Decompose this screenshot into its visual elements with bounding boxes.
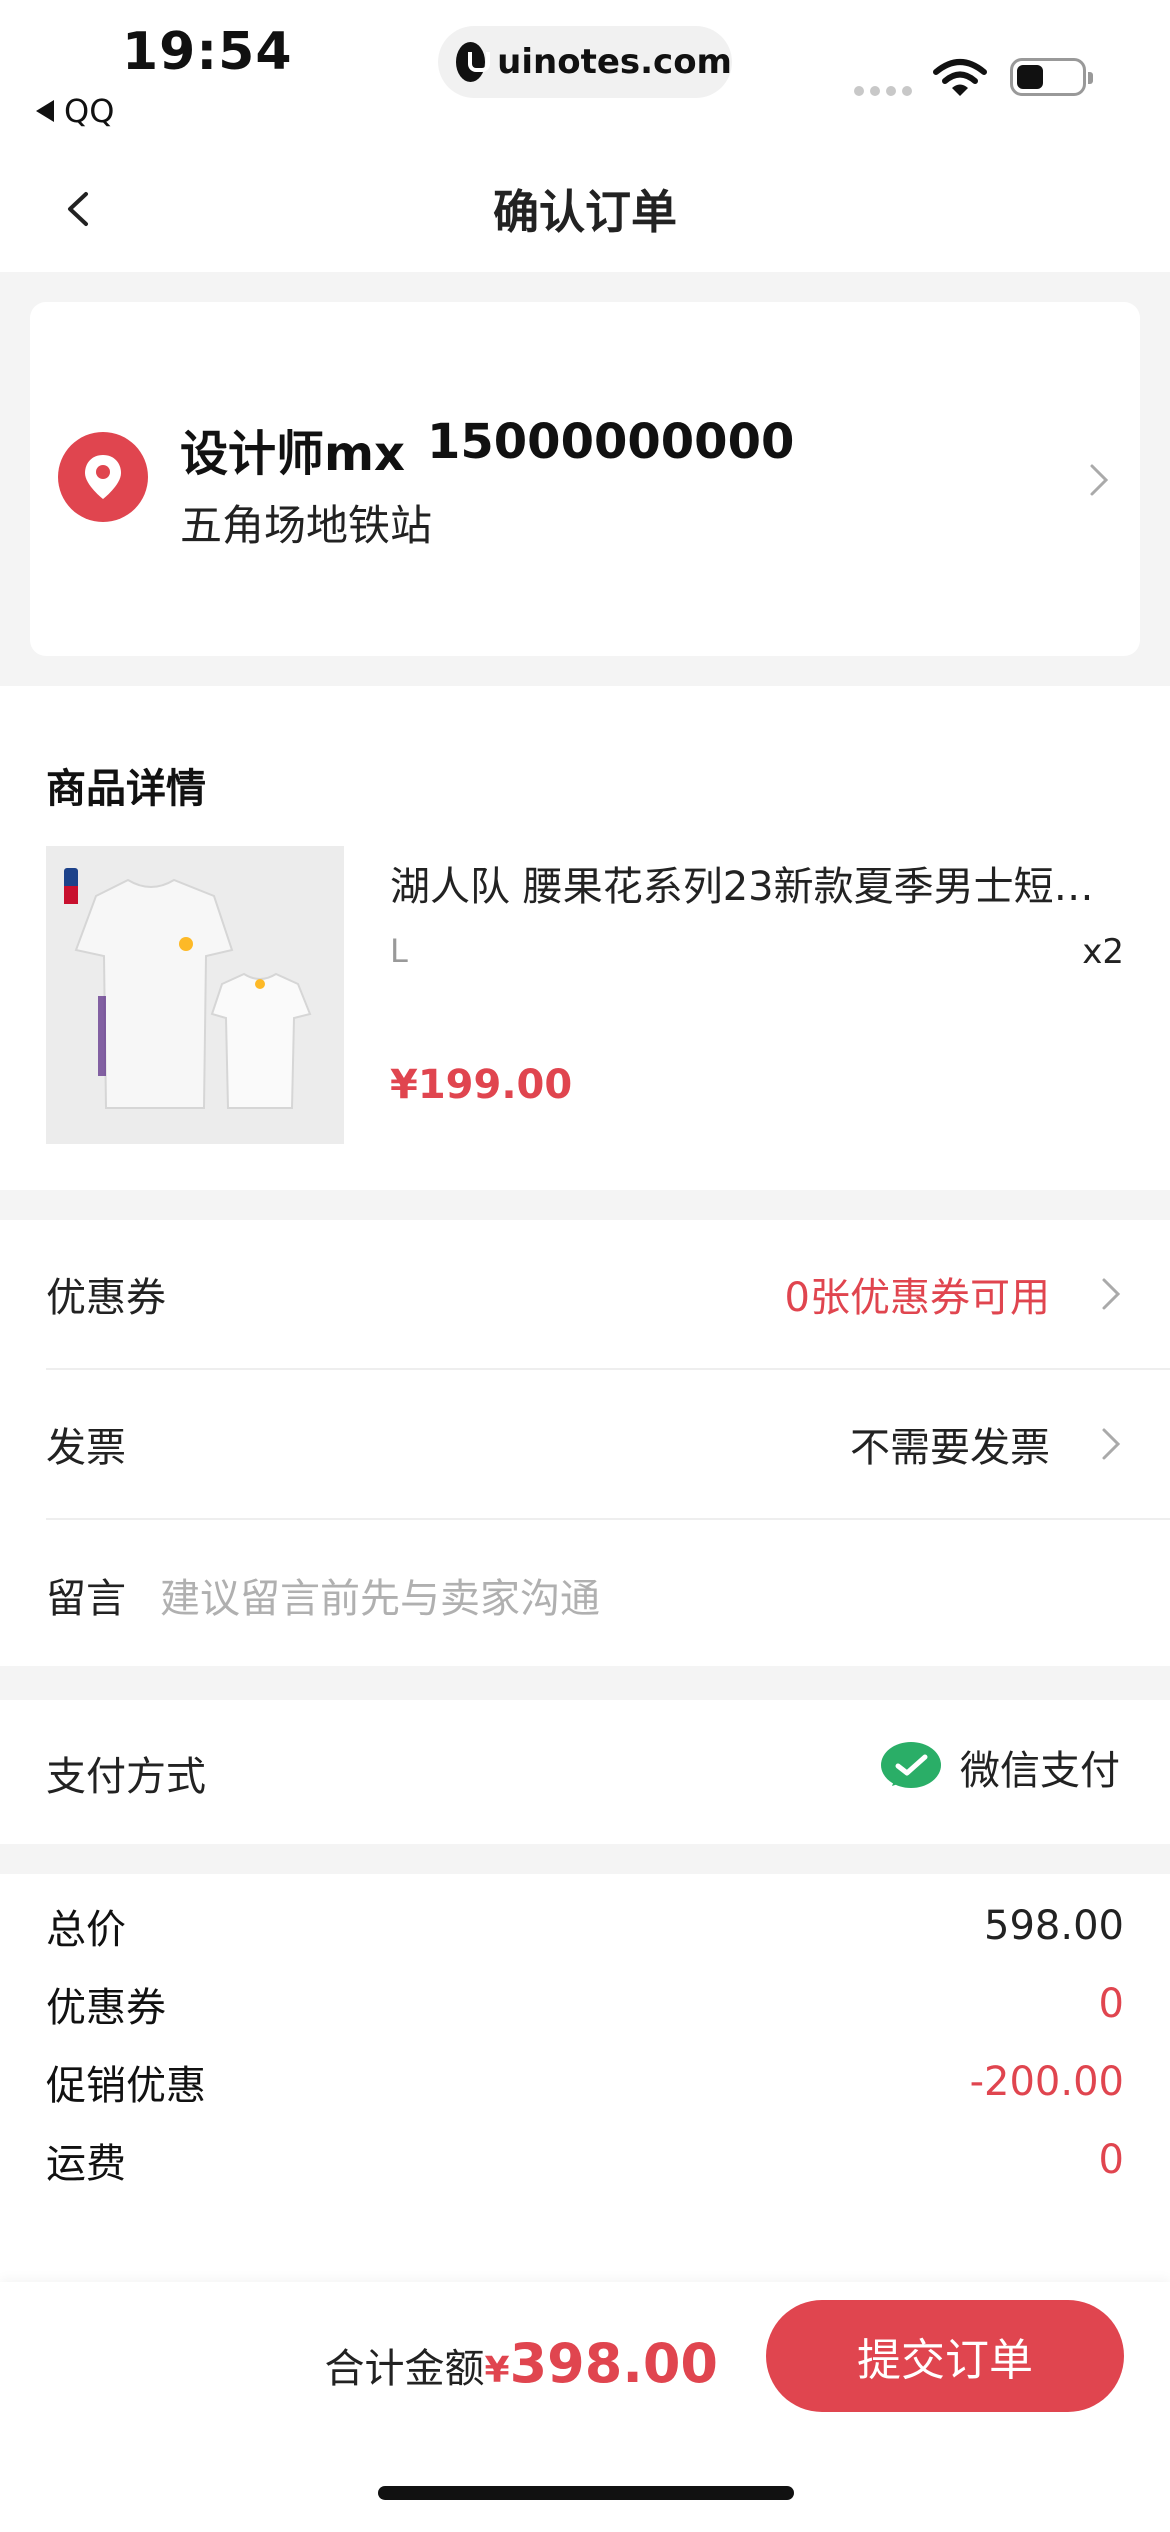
payment-method-label: 微信支付 (960, 1748, 1120, 1794)
recipient-phone: 15000000000 (426, 414, 795, 470)
invoice-value: 不需要发票 (850, 1425, 1050, 1471)
summary-label: 总价 (46, 1907, 126, 1953)
chevron-right-icon (1090, 464, 1109, 496)
status-bar: 19:54 QQ uinotes.com (0, 0, 1170, 150)
summary-row-shipping: 运费 0 (46, 2130, 1124, 2190)
url-pill[interactable]: uinotes.com (438, 26, 732, 98)
product-price: ¥199.00 (390, 1062, 573, 1108)
chevron-right-icon (1102, 1428, 1121, 1460)
recipient-line: 设计师mx 15000000000 (180, 414, 794, 484)
url-text: uinotes.com (497, 42, 732, 82)
back-triangle-icon (36, 100, 54, 122)
message-input[interactable]: 建议留言前先与卖家沟通 (160, 1566, 600, 1624)
summary-value: 0 (1098, 1981, 1124, 2027)
summary-value: -200.00 (969, 2059, 1124, 2105)
page-title: 确认订单 (493, 185, 677, 239)
coupon-label: 优惠券 (46, 1275, 166, 1321)
product-quantity: x2 (1082, 932, 1124, 972)
summary-row-promotion: 促销优惠 -200.00 (46, 2052, 1124, 2112)
message-row[interactable]: 留言 建议留言前先与卖家沟通 (46, 1520, 1170, 1670)
payment-section[interactable]: 支付方式 微信支付 (0, 1700, 1170, 1844)
address-card[interactable]: 设计师mx 15000000000 五角场地铁站 (30, 302, 1140, 656)
battery-icon (1010, 58, 1093, 96)
coupon-value: 0张优惠券可用 (784, 1275, 1050, 1321)
summary-value: 598.00 (984, 1903, 1124, 1949)
invoice-row[interactable]: 发票 不需要发票 (46, 1370, 1170, 1520)
total-currency: ¥ (484, 2350, 510, 2391)
invoice-label: 发票 (46, 1425, 126, 1471)
home-indicator (378, 2486, 794, 2500)
product-image[interactable] (46, 846, 344, 1144)
back-app-label: QQ (64, 92, 115, 130)
summary-label: 优惠券 (46, 1985, 166, 2031)
nav-bar: 确认订单 (0, 150, 1170, 272)
message-label: 留言 (46, 1576, 126, 1622)
payment-label: 支付方式 (46, 1754, 206, 1800)
total-amount: 398.00 (509, 2332, 718, 2395)
summary-row-coupon: 优惠券 0 (46, 1974, 1124, 2034)
status-time: 19:54 (122, 22, 293, 82)
summary-label: 运费 (46, 2141, 126, 2187)
summary-row-total: 总价 598.00 (46, 1896, 1124, 1956)
coupon-row[interactable]: 优惠券 0张优惠券可用 (46, 1220, 1170, 1370)
order-total: 合计金额 ¥ 398.00 (325, 2332, 718, 2395)
summary-label: 促销优惠 (46, 2063, 206, 2109)
chevron-right-icon (1102, 1278, 1121, 1310)
order-options: 优惠券 0张优惠券可用 发票 不需要发票 留言 建议留言前先与卖家沟通 (0, 1220, 1170, 1666)
address-line: 五角场地铁站 (180, 501, 433, 550)
summary-value: 0 (1098, 2137, 1124, 2183)
goods-section: 商品详情 湖人队 腰果花系列23新款夏季男士短袖T恤 L x2 ¥199.00 (0, 686, 1170, 1190)
submit-order-button[interactable]: 提交订单 (766, 2300, 1124, 2412)
product-name[interactable]: 湖人队 腰果花系列23新款夏季男士短袖T恤 (390, 854, 1130, 912)
wechat-pay-icon (881, 1742, 941, 1788)
wifi-icon (933, 59, 987, 96)
back-to-app-link[interactable]: QQ (36, 92, 114, 130)
location-pin-icon (58, 432, 148, 522)
price-summary: 总价 598.00 优惠券 0 促销优惠 -200.00 运费 0 (0, 1874, 1170, 2282)
payment-method[interactable]: 微信支付 (880, 1738, 1120, 1796)
recipient-name: 设计师mx (180, 426, 405, 482)
site-logo-icon (456, 42, 491, 82)
product-spec: L (390, 932, 408, 970)
cellular-signal-icon (854, 86, 912, 96)
goods-section-title: 商品详情 (46, 766, 206, 812)
total-label: 合计金额 (324, 2346, 485, 2392)
